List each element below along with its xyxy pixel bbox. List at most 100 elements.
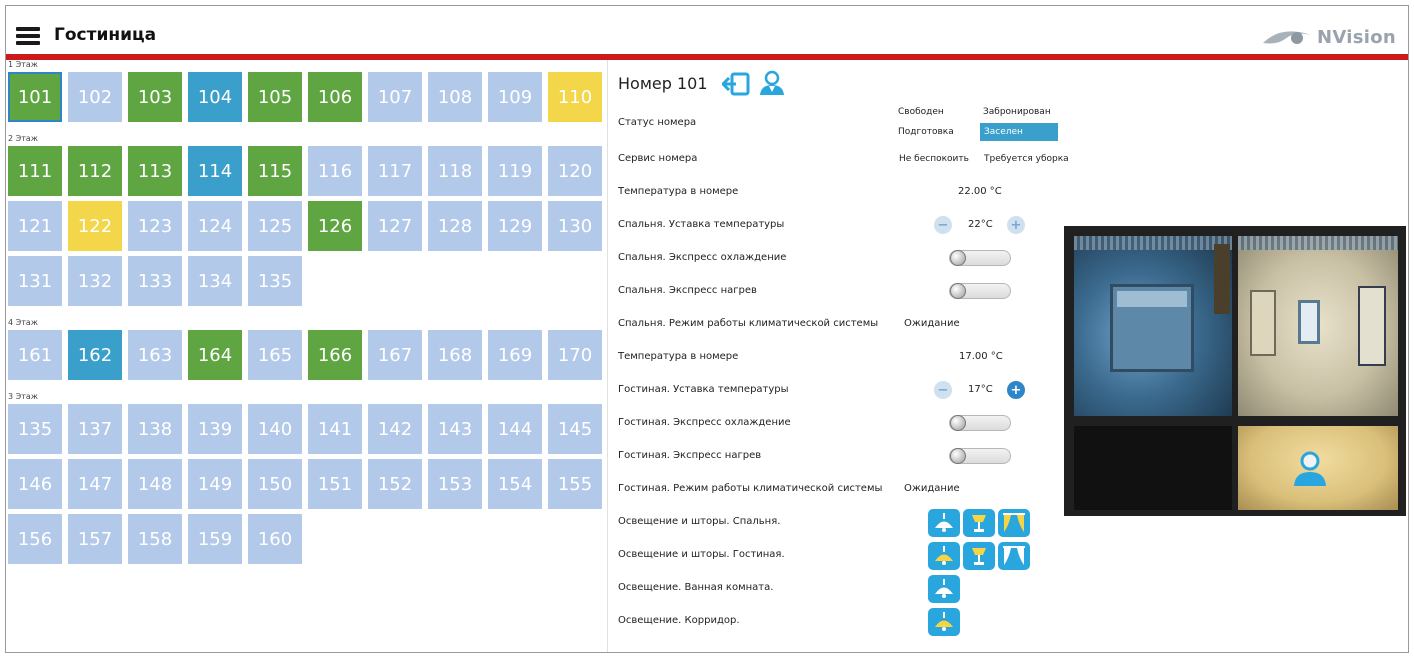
room-tile-162[interactable]: 162 [68, 330, 122, 380]
room-tile-135[interactable]: 135 [248, 256, 302, 306]
room-tile-167[interactable]: 167 [368, 330, 422, 380]
floor-plan-bathroom[interactable] [1074, 426, 1232, 510]
room-tile-120[interactable]: 120 [548, 146, 602, 196]
room-tile-104[interactable]: 104 [188, 72, 242, 122]
bedroom-cool-toggle[interactable] [949, 250, 1011, 266]
room-tile-143[interactable]: 143 [428, 404, 482, 454]
status-free-option[interactable]: Свободен [895, 105, 947, 119]
room-tile-139[interactable]: 139 [188, 404, 242, 454]
room-tile-132[interactable]: 132 [68, 256, 122, 306]
bath-ceiling-lamp-button[interactable] [928, 575, 960, 603]
floor-plan-hallway[interactable] [1238, 426, 1398, 510]
room-tile-116[interactable]: 116 [308, 146, 362, 196]
room-tile-131[interactable]: 131 [8, 256, 62, 306]
room-tile-154[interactable]: 154 [488, 459, 542, 509]
bedroom-heat-toggle[interactable] [949, 283, 1011, 299]
status-occupied-option[interactable]: Заселен [980, 123, 1058, 141]
room-tile-126[interactable]: 126 [308, 201, 362, 251]
room-tile-146[interactable]: 146 [8, 459, 62, 509]
bedroom-curtains-button[interactable] [998, 509, 1030, 537]
room-tile-129[interactable]: 129 [488, 201, 542, 251]
room-tile-122[interactable]: 122 [68, 201, 122, 251]
room-tile-169[interactable]: 169 [488, 330, 542, 380]
living-heat-toggle[interactable] [949, 448, 1011, 464]
room-tile-168[interactable]: 168 [428, 330, 482, 380]
hamburger-menu-icon[interactable] [16, 27, 40, 45]
room-tile-152[interactable]: 152 [368, 459, 422, 509]
room-tile-113[interactable]: 113 [128, 146, 182, 196]
room-tile-123[interactable]: 123 [128, 201, 182, 251]
room-tile-124[interactable]: 124 [188, 201, 242, 251]
room-tile-103[interactable]: 103 [128, 72, 182, 122]
service-cleaning-option[interactable]: Требуется уборка [981, 152, 1072, 166]
room-tile-155[interactable]: 155 [548, 459, 602, 509]
room-tile-150[interactable]: 150 [248, 459, 302, 509]
room-tile-118[interactable]: 118 [428, 146, 482, 196]
room-tile-128[interactable]: 128 [428, 201, 482, 251]
room-tile-142[interactable]: 142 [368, 404, 422, 454]
room-tile-157[interactable]: 157 [68, 514, 122, 564]
bedroom-setpoint-minus-button[interactable]: − [934, 216, 952, 234]
room-tile-112[interactable]: 112 [68, 146, 122, 196]
living-setpoint-plus-button[interactable]: + [1007, 381, 1025, 399]
room-tile-156[interactable]: 156 [8, 514, 62, 564]
room-tile-148[interactable]: 148 [128, 459, 182, 509]
guest-icon[interactable] [758, 70, 786, 96]
room-tile-115[interactable]: 115 [248, 146, 302, 196]
room-tile-134[interactable]: 134 [188, 256, 242, 306]
room-tile-114[interactable]: 114 [188, 146, 242, 196]
room-tile-107[interactable]: 107 [368, 72, 422, 122]
room-tile-153[interactable]: 153 [428, 459, 482, 509]
room-tile-102[interactable]: 102 [68, 72, 122, 122]
room-tile-151[interactable]: 151 [308, 459, 362, 509]
room-tile-130[interactable]: 130 [548, 201, 602, 251]
room-tile-158[interactable]: 158 [128, 514, 182, 564]
room-tile-149[interactable]: 149 [188, 459, 242, 509]
room-tile-166[interactable]: 166 [308, 330, 362, 380]
room-tile-135[interactable]: 135 [8, 404, 62, 454]
room-tile-111[interactable]: 111 [8, 146, 62, 196]
room-tile-108[interactable]: 108 [428, 72, 482, 122]
room-tile-141[interactable]: 141 [308, 404, 362, 454]
room-tile-106[interactable]: 106 [308, 72, 362, 122]
room-tile-117[interactable]: 117 [368, 146, 422, 196]
room-tile-170[interactable]: 170 [548, 330, 602, 380]
room-tile-121[interactable]: 121 [8, 201, 62, 251]
living-curtains-button[interactable] [998, 542, 1030, 570]
room-tile-101[interactable]: 101 [8, 72, 62, 122]
room-tile-159[interactable]: 159 [188, 514, 242, 564]
checkout-icon[interactable] [722, 72, 750, 96]
hall-ceiling-lamp-button[interactable] [928, 608, 960, 636]
room-tile-133[interactable]: 133 [128, 256, 182, 306]
room-tile-161[interactable]: 161 [8, 330, 62, 380]
room-tile-163[interactable]: 163 [128, 330, 182, 380]
room-tile-165[interactable]: 165 [248, 330, 302, 380]
bedroom-setpoint-plus-button[interactable]: + [1007, 216, 1025, 234]
room-tile-145[interactable]: 145 [548, 404, 602, 454]
room-tile-105[interactable]: 105 [248, 72, 302, 122]
floor-plan-bedroom[interactable] [1074, 236, 1232, 416]
room-tile-164[interactable]: 164 [188, 330, 242, 380]
room-tile-160[interactable]: 160 [248, 514, 302, 564]
room-tile-125[interactable]: 125 [248, 201, 302, 251]
room-tile-147[interactable]: 147 [68, 459, 122, 509]
room-tile-137[interactable]: 137 [68, 404, 122, 454]
table-lamp-icon [972, 548, 986, 565]
room-tile-110[interactable]: 110 [548, 72, 602, 122]
living-setpoint-minus-button[interactable]: − [934, 381, 952, 399]
room-tile-140[interactable]: 140 [248, 404, 302, 454]
room-tile-109[interactable]: 109 [488, 72, 542, 122]
living-table-lamp-button[interactable] [963, 542, 995, 570]
living-ceiling-lamp-button[interactable] [928, 542, 960, 570]
status-booked-option[interactable]: Забронирован [980, 105, 1054, 119]
living-cool-toggle[interactable] [949, 415, 1011, 431]
bedroom-ceiling-lamp-button[interactable] [928, 509, 960, 537]
floor-plan-living-room[interactable] [1238, 236, 1398, 416]
service-dnd-option[interactable]: Не беспокоить [896, 152, 972, 166]
bedroom-table-lamp-button[interactable] [963, 509, 995, 537]
status-prep-option[interactable]: Подготовка [895, 125, 957, 139]
room-tile-144[interactable]: 144 [488, 404, 542, 454]
room-tile-127[interactable]: 127 [368, 201, 422, 251]
room-tile-119[interactable]: 119 [488, 146, 542, 196]
room-tile-138[interactable]: 138 [128, 404, 182, 454]
